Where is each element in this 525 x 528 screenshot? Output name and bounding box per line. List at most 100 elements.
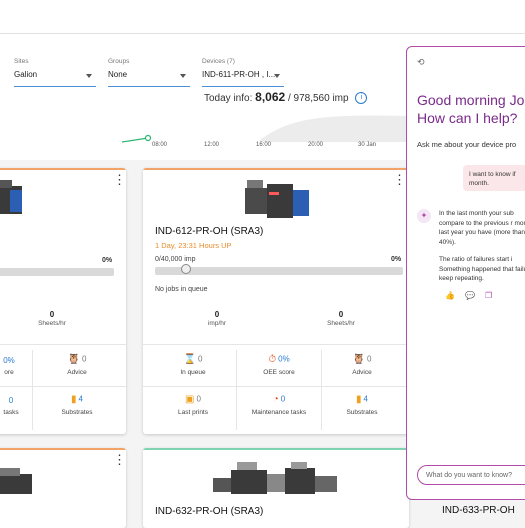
printer-name: IND-612-PR-OH (SRA3) (155, 226, 264, 237)
substrates-cell[interactable]: ▮ 4 Substrates (52, 394, 102, 416)
groups-select[interactable]: Groups None (108, 58, 190, 87)
greeting-line1: Good morning Jo (417, 92, 525, 108)
printer-image (0, 468, 32, 494)
substrates-value: 4 (363, 394, 368, 404)
divider (236, 350, 237, 430)
advice-cell[interactable]: 🦉 0 Advice (335, 354, 389, 376)
chart-point (144, 134, 152, 142)
queue-text: No jobs in queue (155, 286, 208, 293)
progress-percent: 0% (391, 256, 402, 263)
last-prints-cell[interactable]: ▣ 0 Last prints (163, 394, 223, 416)
in-queue-value: 0 (198, 354, 203, 364)
more-options-icon[interactable]: ⋮ (113, 173, 126, 188)
maintenance-label: Maintenance tasks (251, 409, 307, 416)
more-options-icon[interactable]: ⋮ (393, 173, 406, 188)
divider (32, 350, 33, 430)
oee-cell[interactable]: 0% ore (0, 356, 20, 376)
printer-card[interactable]: ⋮ 0% 0 Sheets/hr 0% ore 🦉 0 Advice 0 task… (0, 168, 126, 434)
last-prints-value: 0 (196, 394, 201, 404)
devices-value: IND-611-PR-OH , I... (202, 70, 276, 79)
printer-card[interactable]: IND-632-PR-OH (SRA3) (143, 448, 409, 528)
chart-area (260, 115, 410, 142)
chart-tick: 12:00 (204, 142, 220, 148)
info-icon[interactable]: i (355, 92, 368, 105)
oee-label: OEE score (263, 369, 295, 376)
advice-value: 0 (82, 354, 87, 364)
printer-card[interactable]: ⋮ (0, 448, 126, 528)
chart-line (121, 137, 149, 143)
sites-underline (14, 86, 96, 87)
production-chart (121, 115, 410, 143)
sheets-value: 0 (49, 310, 55, 319)
copy-icon[interactable]: ❐ (485, 291, 492, 300)
ask-prompt: Ask me about your device pro (417, 140, 517, 149)
assistant-message-p2: The ratio of failures start i Something … (439, 256, 525, 282)
progress-bar (0, 268, 114, 276)
printer-card[interactable]: ⋮ IND-612-PR-OH (SRA3) 1 Day, 23:31 Hour… (143, 168, 409, 434)
print-icon: ▣ (185, 394, 195, 405)
chevron-down-icon (274, 74, 280, 78)
printer-name: IND-633-PR-OH (442, 505, 515, 516)
today-value: 8,062 (255, 90, 286, 104)
sheets-label: Sheets/hr (38, 320, 66, 327)
devices-select[interactable]: Devices (7) IND-611-PR-OH , I... (202, 58, 284, 87)
maintenance-label: tasks (3, 409, 19, 416)
assistant-message: In the last month your sub compare to th… (439, 209, 525, 284)
card-status-strip (0, 168, 126, 170)
divider (0, 344, 126, 345)
groups-label: Groups (108, 58, 130, 65)
assistant-message-p1: In the last month your sub compare to th… (439, 210, 525, 246)
greeting: Good morning Jo How can I help? (417, 91, 524, 127)
printer-image (245, 180, 309, 218)
substrates-label: Substrates (346, 409, 378, 416)
maintenance-cell[interactable]: 0 tasks (0, 396, 24, 416)
devices-label: Devices (7) (202, 58, 235, 65)
progress-marker (181, 264, 191, 274)
today-info: Today info: 8,062 / 978,560 imp i (204, 90, 368, 105)
user-message: I want to know if month. (463, 165, 525, 191)
chevron-down-icon (180, 74, 186, 78)
history-icon[interactable]: ⟲ (417, 57, 425, 68)
sheets-per-hour-value: 0 (338, 310, 344, 319)
substrate-icon: ▮ (71, 394, 77, 405)
substrates-value: 4 (78, 394, 83, 404)
substrates-label: Substrates (61, 409, 93, 416)
substrate-icon: ▮ (356, 394, 362, 405)
in-queue-cell[interactable]: ⌛ 0 In queue (163, 354, 223, 376)
chart-tick: 30 Jan (358, 142, 377, 148)
sites-select[interactable]: Sites Galion (14, 58, 96, 87)
divider (143, 344, 409, 345)
owl-icon: 🦉 (67, 354, 80, 365)
last-prints-label: Last prints (178, 409, 208, 416)
imp-per-hour-label: imp/hr (207, 320, 227, 327)
progress-bar (155, 267, 403, 275)
imp-per-hour-value: 0 (214, 310, 220, 319)
maintenance-value: 0 (280, 394, 286, 404)
card-status-strip (143, 168, 409, 170)
today-suffix: / 978,560 imp (287, 93, 349, 104)
divider (0, 386, 126, 387)
substrates-cell[interactable]: ▮ 4 Substrates (335, 394, 389, 416)
divider (321, 350, 322, 430)
maintenance-value: 0 (8, 396, 14, 405)
more-options-icon[interactable]: ⋮ (113, 453, 126, 468)
advice-cell[interactable]: 🦉 0 Advice (52, 354, 102, 376)
greeting-line2: How can I help? (417, 110, 518, 126)
comment-icon[interactable]: 💬 (465, 291, 475, 300)
card-status-strip (0, 448, 126, 450)
maintenance-cell[interactable]: ◔ 0 Maintenance tasks (241, 394, 317, 416)
in-queue-label: In queue (180, 369, 206, 376)
impressions-text: 0/40,000 imp (155, 256, 196, 263)
today-prefix: Today info: (204, 93, 253, 104)
hourglass-icon: ⌛ (183, 354, 196, 365)
chart-tick: 08:00 (152, 142, 168, 148)
uptime-text: 1 Day, 23:31 Hours UP (155, 241, 232, 250)
sites-label: Sites (14, 58, 29, 65)
thumbs-up-icon[interactable]: 👍 (445, 291, 455, 300)
devices-underline (202, 86, 284, 87)
card-status-strip (143, 448, 409, 450)
top-divider (0, 33, 525, 34)
chart-tick: 20:00 (308, 142, 324, 148)
chat-input[interactable]: What do you want to know? (417, 465, 525, 485)
oee-cell[interactable]: ⏱ 0% OEE score (247, 354, 311, 376)
